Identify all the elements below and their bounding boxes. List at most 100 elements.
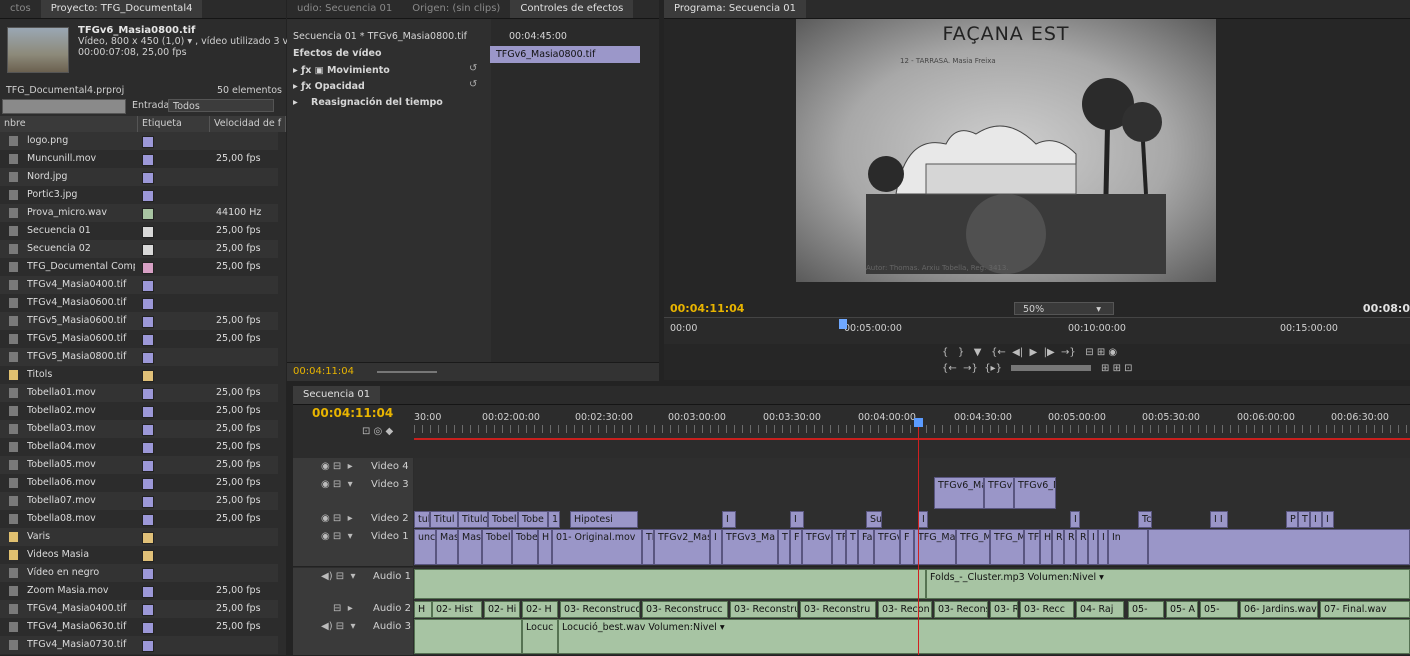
volume-level[interactable]: Volumen:Nivel ▾ xyxy=(1028,572,1104,583)
video2-clip[interactable]: Titulo xyxy=(458,511,488,528)
video1-clip[interactable]: Masi xyxy=(458,529,482,565)
audio2-clip[interactable]: 03- Reconstru xyxy=(800,601,876,618)
audio2-clip[interactable]: 03- R xyxy=(990,601,1018,618)
label-swatch[interactable] xyxy=(142,316,154,328)
tab-effect-controls[interactable]: Controles de efectos xyxy=(510,0,634,18)
zoom-select[interactable]: 50% ▾ xyxy=(1014,302,1114,315)
video1-clip[interactable]: In xyxy=(1108,529,1148,565)
label-swatch[interactable] xyxy=(142,298,154,310)
project-item[interactable]: TFGv4_Masia0600.tif xyxy=(0,294,278,312)
video2-clip[interactable]: P xyxy=(1286,511,1298,528)
audio2-clip[interactable]: 02- H xyxy=(522,601,558,618)
audio1-clip[interactable] xyxy=(414,569,926,599)
volume-level[interactable]: Volumen:Nivel ▾ xyxy=(648,622,724,633)
project-item[interactable]: Tobella05.mov 25,00 fps xyxy=(0,456,278,474)
video2-clip[interactable]: I xyxy=(1310,511,1322,528)
col-label[interactable]: Etiqueta xyxy=(138,116,210,132)
work-area-bar[interactable] xyxy=(414,438,1410,440)
label-swatch[interactable] xyxy=(142,280,154,292)
video2-clip[interactable]: Su xyxy=(866,511,882,528)
audio2-clip[interactable]: H xyxy=(414,601,432,618)
project-item[interactable]: Tobella07.mov 25,00 fps xyxy=(0,492,278,510)
reset-icon[interactable]: ↺ xyxy=(469,79,477,90)
video1-clip[interactable]: I xyxy=(1098,529,1108,565)
lane-video2[interactable] xyxy=(414,510,1410,529)
tab-audio-mixer[interactable]: udio: Secuencia 01 xyxy=(287,0,402,18)
video1-clip[interactable]: TFG_Ma xyxy=(990,529,1024,565)
video1-clip[interactable]: TFG_Masia xyxy=(914,529,956,565)
video2-clip[interactable]: 1 xyxy=(548,511,560,528)
project-item[interactable]: Tobella06.mov 25,00 fps xyxy=(0,474,278,492)
video1-clip[interactable]: F xyxy=(790,529,802,565)
video2-clip[interactable]: I xyxy=(1070,511,1080,528)
snap-icon[interactable]: ⊡ ◎ ◆ xyxy=(362,426,393,437)
label-swatch[interactable] xyxy=(142,190,154,202)
tab-program[interactable]: Programa: Secuencia 01 xyxy=(664,0,807,18)
project-item[interactable]: Secuencia 02 25,00 fps xyxy=(0,240,278,258)
video1-clip[interactable]: T xyxy=(778,529,790,565)
video2-clip[interactable]: I xyxy=(918,511,928,528)
project-item[interactable]: TFGv5_Masia0600.tif 25,00 fps xyxy=(0,330,278,348)
entrada-select[interactable]: Todos xyxy=(168,99,274,112)
project-item[interactable]: Nord.jpg xyxy=(0,168,278,186)
video1-clip[interactable]: TFGv3_Ma xyxy=(722,529,778,565)
video1-clip[interactable]: Fa xyxy=(858,529,874,565)
audio2-clip[interactable]: 05- xyxy=(1200,601,1238,618)
video3-clip[interactable]: TFGv6_M xyxy=(1014,477,1056,509)
video2-clip[interactable]: I xyxy=(790,511,804,528)
fx-time-remap[interactable]: ▸ Reasignación del tiempo xyxy=(293,95,443,111)
audio3-clip[interactable]: Locució_best.wav Volumen:Nivel ▾ xyxy=(558,619,1410,654)
video3-clip[interactable]: TFGv6 xyxy=(984,477,1014,509)
label-swatch[interactable] xyxy=(142,244,154,256)
video2-clip[interactable]: Hipotesi xyxy=(570,511,638,528)
label-swatch[interactable] xyxy=(142,172,154,184)
track-header-video1[interactable]: ◉ ⊟ ▾ Video 1 xyxy=(293,528,413,567)
label-swatch[interactable] xyxy=(142,424,154,436)
project-item[interactable]: Vídeo en negro xyxy=(0,564,278,582)
video3-clip[interactable]: TFGv6_Mas xyxy=(934,477,984,509)
label-swatch[interactable] xyxy=(142,460,154,472)
video1-clip[interactable]: H xyxy=(538,529,552,565)
video1-clip[interactable] xyxy=(1148,529,1410,565)
audio2-clip[interactable]: 03- Recon xyxy=(878,601,932,618)
label-swatch[interactable] xyxy=(142,136,154,148)
project-item[interactable]: Prova_micro.wav 44100 Hz xyxy=(0,204,278,222)
label-swatch[interactable] xyxy=(142,262,154,274)
project-item[interactable]: Tobella04.mov 25,00 fps xyxy=(0,438,278,456)
video1-clip[interactable]: F xyxy=(900,529,914,565)
label-swatch[interactable] xyxy=(142,622,154,634)
reset-icon[interactable]: ↺ xyxy=(469,63,477,74)
project-item[interactable]: Portic3.jpg xyxy=(0,186,278,204)
search-input[interactable] xyxy=(2,99,126,114)
video2-clip[interactable]: Tobel xyxy=(488,511,518,528)
transport-controls-2[interactable]: {← →} {▸} ⊞ ⊞ ⊡ xyxy=(942,363,1133,374)
project-item[interactable]: TFGv5_Masia0600.tif 25,00 fps xyxy=(0,312,278,330)
project-item[interactable]: Secuencia 01 25,00 fps xyxy=(0,222,278,240)
audio2-clip[interactable]: 02- Hi xyxy=(484,601,520,618)
tab-sequence[interactable]: Secuencia 01 xyxy=(293,386,381,404)
project-item[interactable]: Varis xyxy=(0,528,278,546)
project-item[interactable]: TFGv5_Masia0800.tif xyxy=(0,348,278,366)
label-swatch[interactable] xyxy=(142,514,154,526)
label-swatch[interactable] xyxy=(142,154,154,166)
video1-clip[interactable]: 01- Original.mov xyxy=(552,529,642,565)
label-swatch[interactable] xyxy=(142,604,154,616)
audio3-clip[interactable] xyxy=(414,619,522,654)
label-swatch[interactable] xyxy=(142,208,154,220)
label-swatch[interactable] xyxy=(142,550,154,562)
project-item[interactable]: Tobella01.mov 25,00 fps xyxy=(0,384,278,402)
video2-clip[interactable]: I xyxy=(1322,511,1334,528)
audio2-clip[interactable]: 03- Recons xyxy=(934,601,988,618)
video1-clip[interactable]: TFG_M xyxy=(956,529,990,565)
audio2-clip[interactable]: 07- Final.wav xyxy=(1320,601,1410,618)
audio2-clip[interactable]: 03- Reconstrucc xyxy=(642,601,728,618)
label-swatch[interactable] xyxy=(142,478,154,490)
tab-source[interactable]: Origen: (sin clips) xyxy=(402,0,510,18)
video1-clip[interactable]: Mas xyxy=(436,529,458,565)
audio1-clip[interactable]: Folds_-_Cluster.mp3 Volumen:Nivel ▾ xyxy=(926,569,1410,599)
video1-clip[interactable]: I xyxy=(1088,529,1098,565)
tab-project[interactable]: Proyecto: TFG_Documental4 xyxy=(40,0,203,18)
track-header-audio1[interactable]: ◀) ⊟ ▾ Audio 1 xyxy=(293,568,413,601)
video1-clip[interactable]: R xyxy=(1076,529,1088,565)
label-swatch[interactable] xyxy=(142,226,154,238)
